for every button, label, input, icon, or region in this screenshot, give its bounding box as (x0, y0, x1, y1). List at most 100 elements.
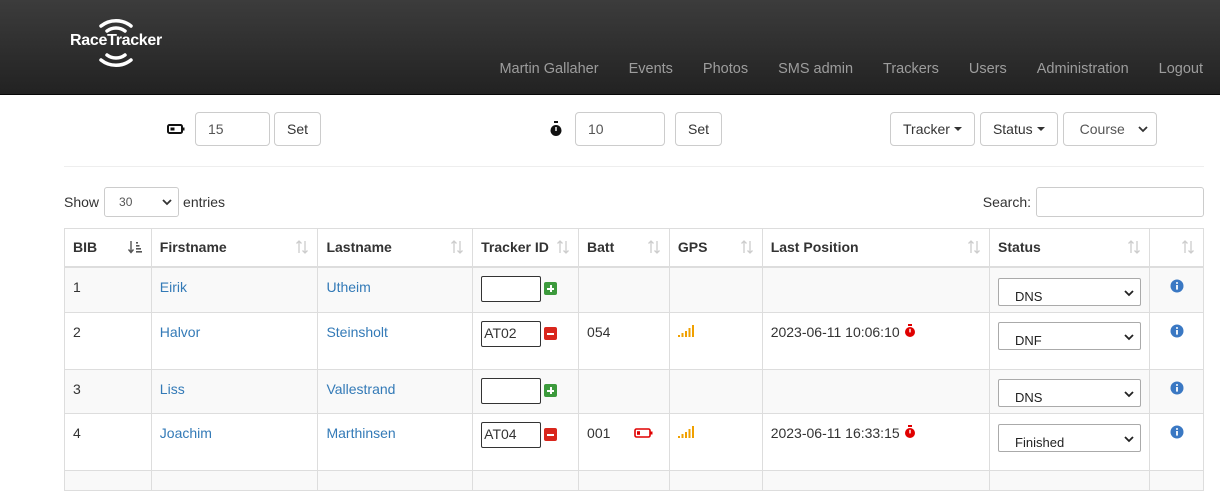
info-icon[interactable] (1170, 425, 1184, 439)
last-position-time: 2023-06-11 16:33:15 (770, 424, 900, 441)
tracker-id-input[interactable]: AT04 (481, 421, 542, 448)
status-select[interactable]: DNS (998, 277, 1142, 306)
cell-last-position (761, 368, 991, 414)
timer-set-button[interactable]: Set (675, 112, 723, 146)
cell-gps (668, 266, 763, 313)
header-status[interactable]: Status (989, 228, 1151, 268)
nav-logout[interactable]: Logout (1144, 58, 1220, 80)
tracker-dropdown-button[interactable]: Tracker (890, 112, 975, 146)
table-search: Search: (983, 187, 1204, 217)
battery-set-button[interactable]: Set (274, 112, 322, 146)
caret-down-icon (953, 127, 962, 131)
lastname-link[interactable]: Steinsholt (326, 324, 387, 340)
nav-photos[interactable]: Photos (688, 58, 763, 80)
status-select[interactable]: Finished (998, 423, 1142, 452)
header-firstname[interactable]: Firstname (150, 228, 319, 268)
status-select-value: DNS (1015, 389, 1043, 405)
add-tracker-icon[interactable] (544, 282, 558, 295)
filter-buttons: Tracker Status Course (890, 112, 1157, 146)
status-select[interactable]: DNF (998, 321, 1142, 350)
table-header-row: BIB Firstname Lastname Tracker ID Batt G… (64, 228, 1204, 268)
nav-trackers[interactable]: Trackers (868, 58, 954, 80)
chevron-down-icon (1124, 334, 1134, 341)
header-lastname[interactable]: Lastname (317, 228, 474, 268)
firstname-link[interactable]: Eirik (160, 279, 187, 295)
control-row: Set Set Tracker Status (0, 112, 1220, 146)
entries-select[interactable]: 30 (104, 187, 180, 217)
table-row: 4 Joachim Marthinsen AT04 001 2023-06-11… (64, 412, 1204, 471)
header-gps[interactable]: GPS (668, 228, 763, 268)
tracker-id-input[interactable] (481, 377, 542, 404)
caret-down-icon (1036, 127, 1045, 131)
cell-last-position: 2023-06-11 16:33:15 (761, 412, 991, 471)
status-dropdown-label: Status (992, 121, 1033, 137)
header-bib[interactable]: BIB (64, 228, 152, 268)
add-tracker-icon[interactable] (544, 384, 558, 397)
sort-icon (296, 240, 309, 254)
tracker-dropdown-label: Tracker (903, 121, 950, 137)
chevron-down-icon (1124, 391, 1134, 398)
cell-tracker-id: AT02 (472, 311, 580, 370)
info-icon[interactable] (1170, 279, 1184, 293)
cell-batt: 001 (578, 412, 670, 471)
remove-tracker-icon[interactable] (544, 428, 558, 441)
nav-administration[interactable]: Administration (1022, 58, 1144, 80)
firstname-link[interactable]: Halvor (160, 324, 200, 340)
cell-lastname: Vallestrand (317, 368, 474, 414)
signal-bars-icon (677, 324, 694, 337)
table-row: 2 Halvor Steinsholt AT02 054 2023-06-11 … (64, 311, 1204, 370)
cell-bib: 4 (64, 412, 152, 471)
lastname-link[interactable]: Utheim (326, 279, 370, 295)
status-dropdown-button[interactable]: Status (979, 112, 1058, 146)
info-icon[interactable] (1170, 381, 1184, 395)
status-select-value: DNF (1015, 332, 1042, 348)
sort-asc-icon (127, 241, 142, 254)
course-select[interactable]: Course (1062, 112, 1157, 146)
cell-batt: 054 (578, 311, 670, 370)
header-actions[interactable] (1149, 228, 1204, 268)
header-tracker-id[interactable]: Tracker ID (472, 228, 580, 268)
cell-status: DNS (989, 368, 1151, 414)
status-select-value: DNS (1015, 288, 1043, 304)
remove-tracker-icon[interactable] (544, 327, 558, 340)
status-select-value: Finished (1015, 434, 1065, 450)
cell-lastname: Steinsholt (317, 311, 474, 370)
sort-icon (451, 240, 464, 254)
lastname-link[interactable]: Marthinsen (326, 425, 395, 441)
brand-logo[interactable]: RaceTracker (68, 14, 168, 70)
search-label: Search: (982, 194, 1031, 210)
stopwatch-icon (904, 424, 915, 438)
status-select[interactable]: DNS (998, 378, 1142, 407)
sort-icon (968, 240, 980, 254)
battery-threshold-input[interactable] (195, 112, 270, 146)
main-nav: Martin Gallaher Events Photos SMS admin … (484, 58, 1220, 80)
main-content: Set Set Tracker Status (0, 95, 1220, 491)
lastname-link[interactable]: Vallestrand (326, 381, 395, 397)
firstname-link[interactable]: Joachim (160, 425, 212, 441)
cell-actions (1149, 368, 1204, 414)
header-last-position[interactable]: Last Position (761, 228, 991, 268)
timer-threshold-input[interactable] (575, 112, 665, 146)
tracker-id-input[interactable]: AT02 (481, 320, 542, 347)
cell-firstname: Liss (150, 368, 319, 414)
header-batt[interactable]: Batt (578, 228, 670, 268)
tracker-id-input[interactable] (481, 275, 542, 302)
cell-bib: 3 (64, 368, 152, 414)
navbar: RaceTracker Martin Gallaher Events Photo… (0, 0, 1220, 95)
firstname-link[interactable]: Liss (160, 381, 185, 397)
battery-icon (166, 124, 186, 134)
chevron-down-icon (1138, 125, 1148, 132)
cell-last-position: 2023-06-11 10:06:10 (761, 311, 991, 370)
chevron-down-icon (162, 198, 172, 205)
nav-users[interactable]: Users (954, 58, 1022, 80)
cell-gps (668, 412, 763, 471)
battery-value: 001 (587, 424, 611, 441)
cell-actions (1149, 412, 1204, 471)
nav-events[interactable]: Events (614, 58, 688, 80)
chevron-down-icon (1124, 436, 1134, 443)
search-input[interactable] (1036, 187, 1204, 217)
nav-sms-admin[interactable]: SMS admin (763, 58, 868, 80)
nav-user[interactable]: Martin Gallaher (484, 58, 613, 80)
cell-status: Finished (989, 412, 1151, 471)
info-icon[interactable] (1170, 324, 1184, 338)
